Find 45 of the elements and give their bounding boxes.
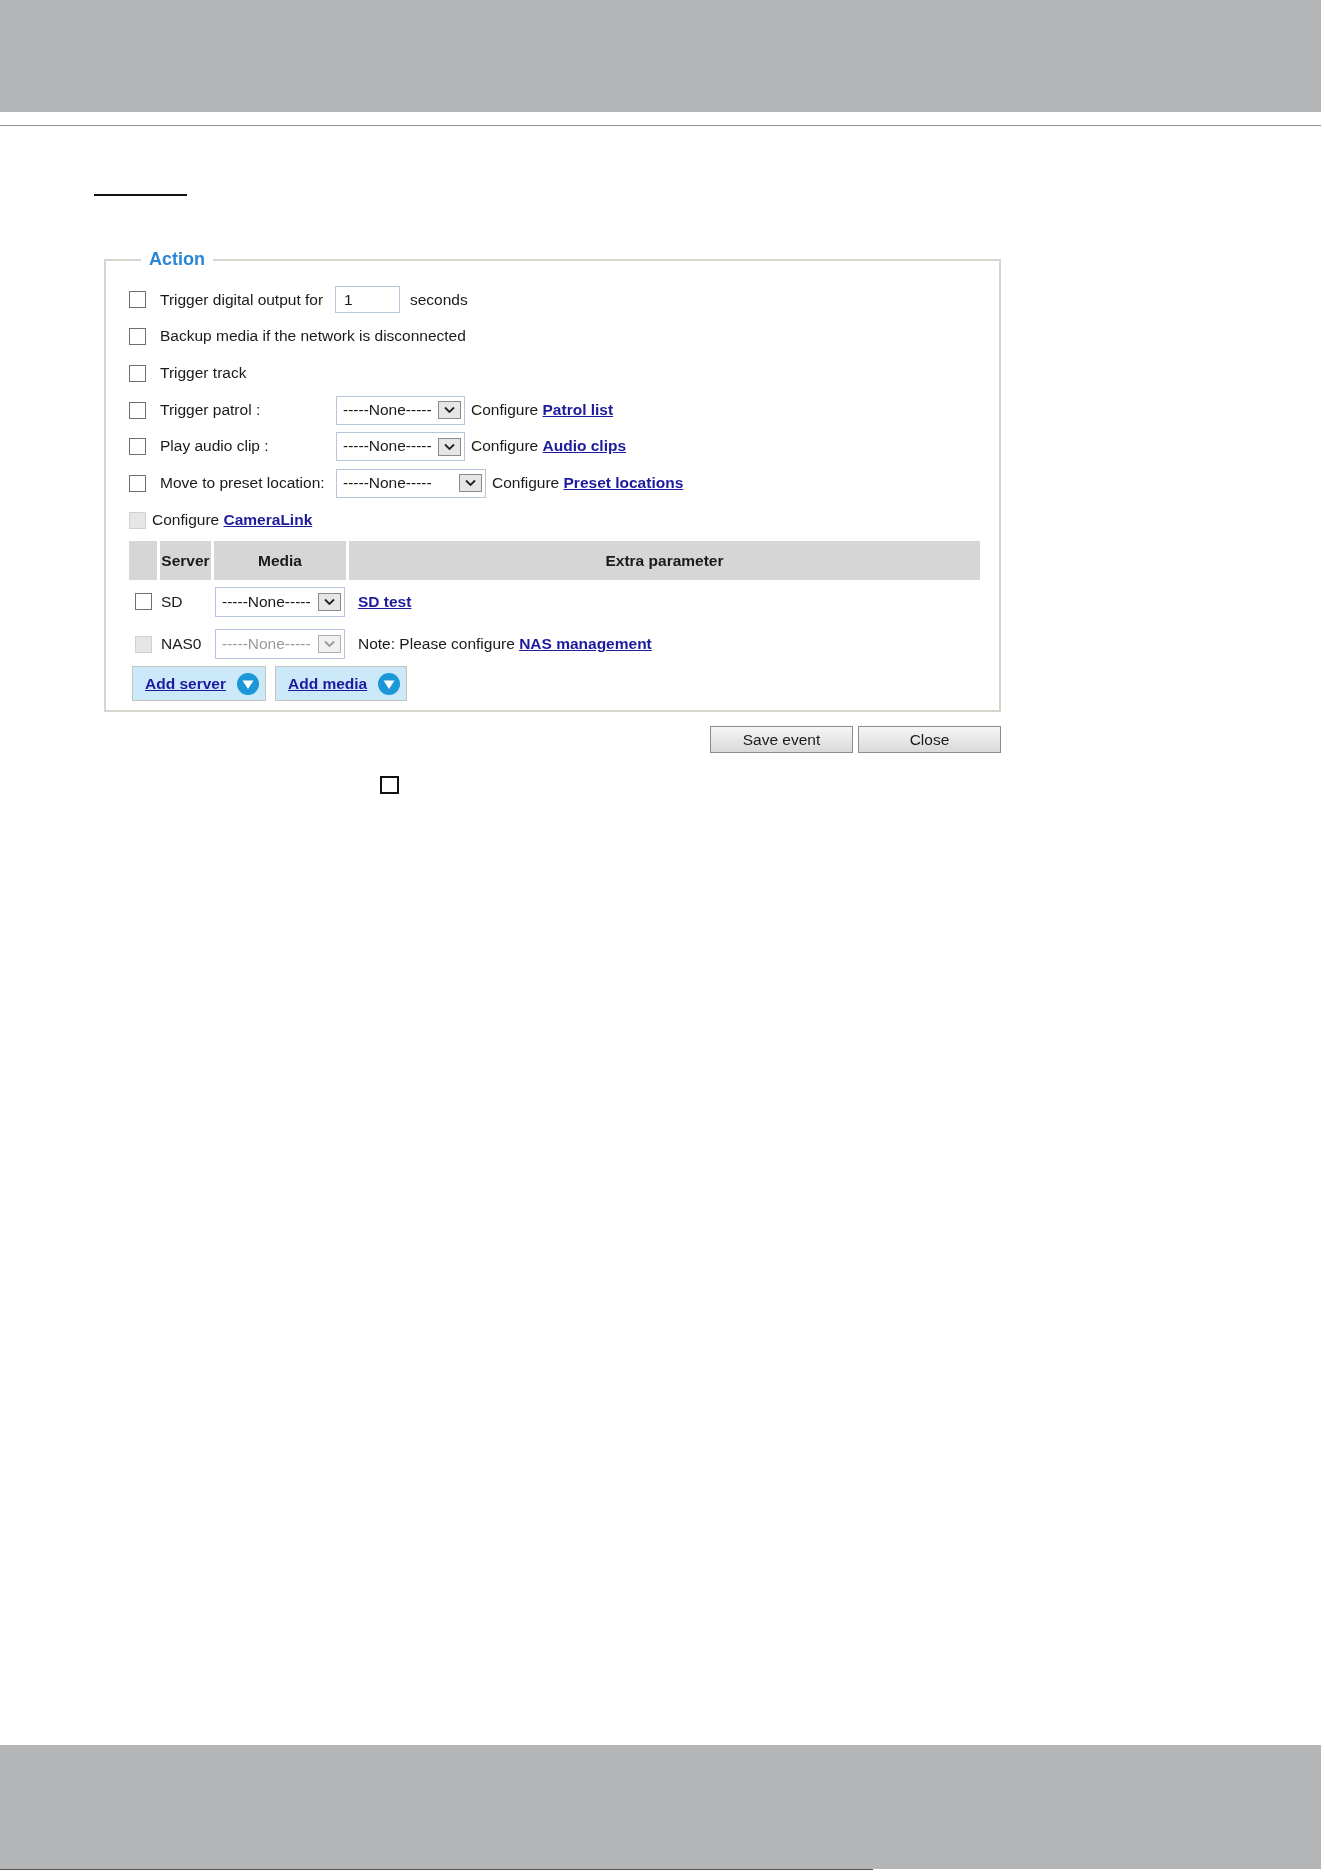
option-label: Backup media if the network is disconnected [160, 327, 466, 346]
configure-note: Note: Please configure NAS management [358, 635, 652, 654]
server-name: SD [161, 592, 183, 612]
checkbox[interactable] [129, 474, 146, 492]
input-field[interactable]: 1 [335, 286, 400, 314]
empty-column-header [129, 541, 157, 581]
unit-label: seconds [410, 290, 468, 310]
dropdown-select[interactable]: -----None----- [336, 395, 465, 425]
column-header: Extra parameter [349, 541, 980, 581]
option-label: Trigger patrol : [160, 400, 262, 420]
configure-link[interactable]: Preset locations [563, 474, 684, 492]
dropdown-select[interactable]: -----None----- [336, 432, 465, 462]
checkbox[interactable] [129, 328, 146, 346]
chevron-down-icon [438, 437, 461, 456]
checkbox[interactable] [135, 593, 152, 611]
configure-note: Configure Preset locations [492, 474, 684, 493]
option-label: Trigger track [160, 364, 247, 383]
dropdown-select[interactable]: -----None----- [336, 468, 486, 498]
chevron-down-icon [318, 635, 341, 654]
column-header: Server [160, 541, 211, 581]
option-label: Move to preset location: [160, 474, 326, 493]
test-link[interactable]: SD test [358, 592, 412, 612]
option-label: Play audio clip : [160, 437, 270, 456]
configure-link[interactable]: Audio clips [542, 437, 627, 455]
save-event-button[interactable]: Save event [710, 726, 853, 754]
checkbox[interactable] [129, 364, 146, 382]
dropdown-select[interactable]: -----None----- [215, 586, 345, 617]
add-server-button[interactable]: Add server [132, 666, 266, 702]
server-name: NAS0 [161, 635, 202, 654]
checkbox[interactable] [129, 438, 146, 456]
configure-note: Configure Audio clips [471, 437, 627, 456]
chevron-down-icon [318, 592, 341, 611]
configure-note: Configure Patrol list [471, 400, 614, 420]
chevron-down-icon [438, 401, 461, 419]
checkbox[interactable] [380, 776, 399, 795]
checkbox[interactable] [129, 291, 146, 309]
add-media-button[interactable]: Add media [275, 666, 407, 702]
close-button[interactable]: Close [858, 726, 1001, 754]
configure-note: Configure CameraLink [152, 510, 313, 530]
configure-link[interactable]: Patrol list [542, 400, 614, 418]
column-header: Media [214, 541, 346, 581]
section-legend: Action [141, 249, 213, 271]
checkbox[interactable] [129, 401, 146, 419]
chevron-down-icon [459, 474, 482, 493]
option-label: Trigger digital output for [160, 290, 325, 310]
